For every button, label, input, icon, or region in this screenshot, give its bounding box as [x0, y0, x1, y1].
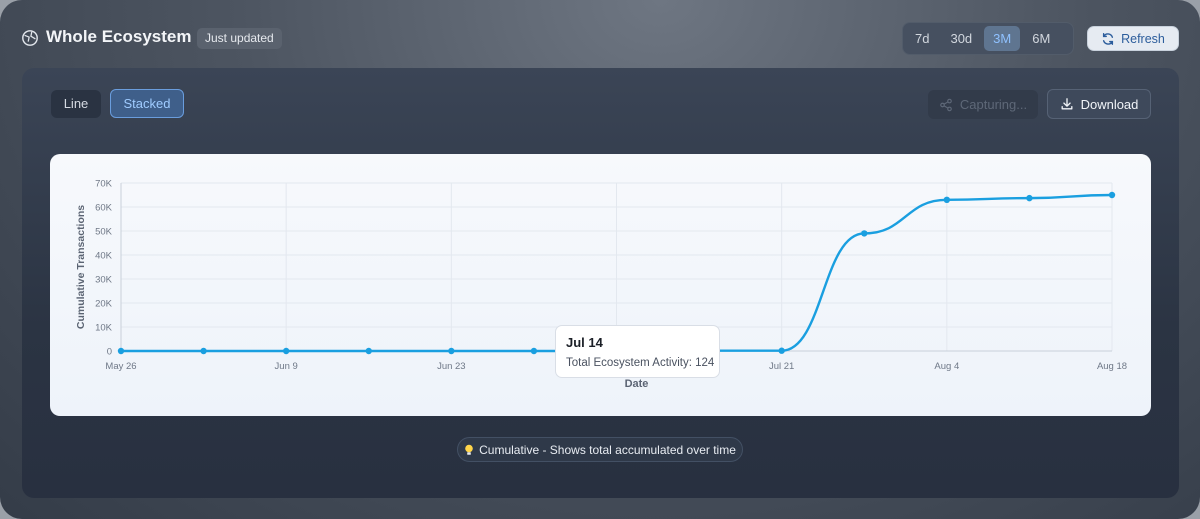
download-icon — [1061, 98, 1073, 110]
y-tick-label: 10K — [95, 323, 113, 334]
y-axis-title: Cumulative Transactions — [75, 205, 87, 329]
download-label: Download — [1080, 96, 1139, 112]
y-tick-label: 40K — [95, 251, 113, 262]
range-7d-button[interactable]: 7d — [906, 26, 938, 51]
data-point — [282, 347, 290, 355]
share-icon — [940, 98, 952, 111]
stacked-view-button[interactable]: Stacked — [110, 89, 184, 118]
page-title: Whole Ecosystem — [46, 27, 192, 46]
tooltip-date: Jul 14 — [566, 335, 603, 350]
download-button[interactable]: Download — [1047, 89, 1151, 119]
x-tick-label: May 26 — [105, 361, 136, 372]
app-frame: Whole Ecosystem Just updated 7d 30d 3M 6… — [0, 0, 1200, 519]
status-badge: Just updated — [197, 28, 282, 49]
data-point — [530, 347, 538, 355]
x-tick-label: Jun 23 — [437, 361, 466, 372]
y-tick-label: 30K — [95, 275, 113, 286]
chart-card: 0 10K 20K 30K 40K 50K 60K 70K May 26 Jun 9 Jun 23 J… — [50, 154, 1151, 416]
data-point — [1026, 194, 1033, 202]
data-point — [1108, 191, 1116, 199]
x-tick-label: Aug 4 — [934, 361, 959, 372]
data-point — [117, 347, 125, 355]
y-tick-label: 60K — [95, 203, 113, 214]
refresh-button[interactable]: Refresh — [1087, 26, 1179, 51]
chart-tooltip: Jul 14 Total Ecosystem Activity: 124 — [555, 325, 720, 378]
lightbulb-icon — [465, 444, 473, 455]
range-selector: 7d 30d 3M 6M — [902, 22, 1074, 55]
data-point — [778, 347, 785, 354]
y-tick-label: 0 — [107, 347, 112, 358]
data-point — [861, 230, 868, 237]
data-point — [200, 347, 207, 355]
tooltip-value: Total Ecosystem Activity: 124 — [566, 357, 715, 369]
hint-text: Cumulative - Shows total accumulated ove… — [479, 442, 736, 457]
y-tick-label: 70K — [95, 179, 113, 190]
x-tick-label: Jun 9 — [275, 361, 298, 372]
refresh-icon — [1103, 32, 1114, 45]
line-view-button[interactable]: Line — [51, 90, 101, 118]
y-tick-label: 50K — [95, 227, 113, 238]
x-tick-label: Aug 18 — [1097, 361, 1127, 372]
data-point — [448, 347, 455, 355]
x-axis-title: Date — [625, 378, 649, 390]
x-tick-label: Jul 21 — [769, 361, 794, 372]
globe-icon — [22, 30, 38, 46]
header: Whole Ecosystem Just updated 7d 30d 3M 6… — [0, 0, 1200, 70]
range-30d-button[interactable]: 30d — [941, 26, 981, 51]
range-6m-button[interactable]: 6M — [1023, 26, 1059, 51]
capture-label: Capturing... — [959, 97, 1028, 112]
refresh-label: Refresh — [1121, 31, 1165, 46]
range-3m-button[interactable]: 3M — [984, 26, 1021, 51]
chart-mode-hint: Cumulative - Shows total accumulated ove… — [457, 437, 743, 462]
chart-panel: Line Stacked Capturing... Download 0 10K 2… — [22, 68, 1179, 498]
data-point — [365, 347, 372, 355]
y-tick-label: 20K — [95, 299, 113, 310]
data-point — [943, 196, 951, 203]
capture-button[interactable]: Capturing... — [928, 90, 1038, 119]
